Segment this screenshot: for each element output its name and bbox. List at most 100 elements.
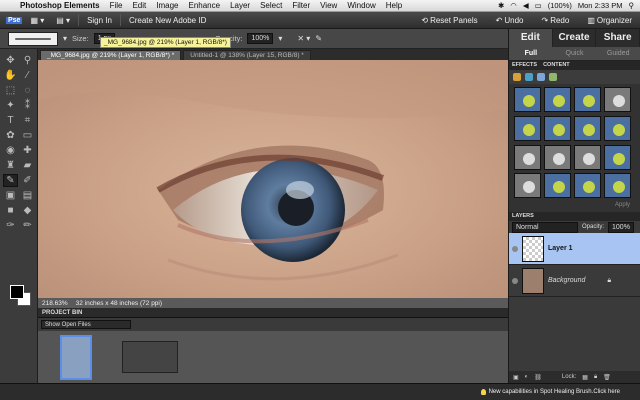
layer-styles-icon[interactable] bbox=[525, 73, 533, 81]
apply-button[interactable]: Apply bbox=[509, 202, 640, 212]
eraser-tool-icon[interactable]: ▰ bbox=[20, 159, 35, 172]
tab-quick[interactable]: Quick bbox=[553, 47, 597, 60]
effect-thumbnail[interactable] bbox=[574, 144, 601, 170]
menu-view[interactable]: View bbox=[320, 1, 337, 10]
effect-thumbnail[interactable] bbox=[544, 173, 571, 199]
effect-thumbnail[interactable] bbox=[604, 115, 631, 141]
menu-select[interactable]: Select bbox=[260, 1, 282, 10]
arrange-button[interactable]: ▦ ▾ bbox=[26, 12, 48, 28]
tab-effects[interactable]: EFFECTS bbox=[512, 61, 537, 70]
app-menu[interactable]: Photoshop Elements bbox=[20, 1, 100, 10]
spotlight-icon[interactable]: ⚲ bbox=[629, 1, 635, 10]
volume-icon[interactable]: ◀ bbox=[523, 1, 529, 10]
menu-window[interactable]: Window bbox=[347, 1, 375, 10]
clone-stamp-tool-icon[interactable]: ♜ bbox=[3, 159, 18, 172]
lock-transparent-icon[interactable]: ▦ bbox=[582, 374, 588, 381]
tab-mg-9684[interactable]: _MG_9684.jpg @ 219% (Layer 1, RGB/8*) * bbox=[40, 50, 182, 60]
hand-tool-icon[interactable]: ✋ bbox=[3, 69, 18, 82]
layers-title[interactable]: LAYERS bbox=[512, 212, 534, 221]
menu-help[interactable]: Help bbox=[386, 1, 402, 10]
brush-preset-picker[interactable] bbox=[8, 31, 58, 46]
delete-layer-icon[interactable]: 🗑︎ bbox=[603, 374, 611, 381]
zoom-level[interactable]: 218.63% bbox=[42, 300, 68, 307]
create-adobe-id-link[interactable]: Create New Adobe ID bbox=[125, 12, 210, 28]
menu-enhance[interactable]: Enhance bbox=[188, 1, 220, 10]
effect-thumbnail[interactable] bbox=[604, 144, 631, 170]
photo-effects-icon[interactable] bbox=[537, 73, 545, 81]
eyedropper-tool-icon[interactable]: ⁄ bbox=[20, 69, 35, 82]
blend-mode-select[interactable]: Normal bbox=[512, 221, 578, 233]
tab-untitled-1[interactable]: Untitled-1 @ 138% (Layer 15, RGB/8) * bbox=[183, 50, 311, 60]
menu-image[interactable]: Image bbox=[156, 1, 178, 10]
menu-edit[interactable]: Edit bbox=[132, 1, 146, 10]
healing-brush-tool-icon[interactable]: ✚ bbox=[20, 144, 35, 157]
sponge-tool-icon[interactable]: ✑ bbox=[3, 219, 18, 232]
quick-selection-tool-icon[interactable]: ⁑ bbox=[20, 99, 35, 112]
brush-dropdown-arrow-icon[interactable]: ▾ bbox=[63, 34, 67, 43]
project-bin-header[interactable]: PROJECT BIN bbox=[38, 308, 508, 318]
tab-share[interactable]: Share bbox=[596, 29, 640, 47]
apple-icon[interactable] bbox=[4, 1, 12, 10]
reset-panels-button[interactable]: ⟲ Reset Panels bbox=[417, 12, 481, 29]
type-tool-icon[interactable]: T bbox=[3, 114, 18, 127]
effect-thumbnail[interactable] bbox=[574, 173, 601, 199]
airbrush-icon[interactable]: ✎ bbox=[315, 34, 322, 43]
image-canvas[interactable] bbox=[38, 60, 508, 298]
foreground-color-swatch[interactable] bbox=[10, 285, 24, 299]
marquee-tool-icon[interactable]: ⬚ bbox=[3, 84, 18, 97]
effect-thumbnail[interactable] bbox=[544, 144, 571, 170]
red-eye-tool-icon[interactable]: ◉ bbox=[3, 144, 18, 157]
effect-thumbnail[interactable] bbox=[544, 115, 571, 141]
effect-thumbnail[interactable] bbox=[544, 87, 571, 112]
undo-button[interactable]: ↶ Undo bbox=[492, 12, 528, 29]
news-link[interactable]: New capabilities in Spot Healing Brush.C… bbox=[480, 389, 620, 395]
crop-tool-icon[interactable]: ⌗ bbox=[20, 114, 35, 127]
effect-thumbnail[interactable] bbox=[604, 173, 631, 199]
lock-all-icon[interactable]: 🔒︎ bbox=[594, 374, 597, 381]
visibility-eye-icon[interactable] bbox=[512, 277, 518, 284]
shape-tool-icon[interactable]: ■ bbox=[3, 204, 18, 217]
menu-layer[interactable]: Layer bbox=[230, 1, 250, 10]
organizer-button[interactable]: ▥ Organizer bbox=[583, 12, 636, 29]
wifi-icon[interactable]: ◠ bbox=[510, 1, 517, 10]
magic-wand-tool-icon[interactable]: ✦ bbox=[3, 99, 18, 112]
all-effects-icon[interactable] bbox=[549, 73, 557, 81]
project-thumbnail-2[interactable] bbox=[122, 341, 178, 373]
brush-tool-icon[interactable]: ✎ bbox=[3, 174, 18, 187]
menu-file[interactable]: File bbox=[110, 1, 123, 10]
smart-brush-tool-icon[interactable]: ✐ bbox=[20, 174, 35, 187]
sign-in-link[interactable]: Sign In bbox=[83, 12, 116, 28]
lasso-tool-icon[interactable]: ◌ bbox=[20, 84, 35, 97]
gradient-tool-icon[interactable]: ▤ bbox=[20, 189, 35, 202]
tab-full[interactable]: Full bbox=[509, 47, 553, 60]
project-bin-filter-select[interactable]: Show Open Files bbox=[41, 320, 131, 329]
blur-tool-icon[interactable]: ◆ bbox=[20, 204, 35, 217]
tab-create[interactable]: Create bbox=[553, 29, 597, 47]
effect-thumbnail[interactable] bbox=[514, 173, 541, 199]
adjustment-layer-icon[interactable]: ◐ bbox=[525, 374, 529, 380]
zoom-tool-icon[interactable]: ⚲ bbox=[20, 54, 35, 67]
project-thumbnail-1[interactable] bbox=[60, 335, 92, 380]
new-layer-icon[interactable]: ▣ bbox=[513, 374, 519, 381]
tab-guided[interactable]: Guided bbox=[596, 47, 640, 60]
filters-icon[interactable] bbox=[513, 73, 521, 81]
battery-icon[interactable]: ▭ bbox=[535, 1, 542, 10]
redo-button[interactable]: ↷ Redo bbox=[537, 12, 573, 29]
layer-row-layer-1[interactable]: Layer 1 bbox=[509, 233, 640, 265]
link-layers-icon[interactable]: ⛓ bbox=[534, 374, 542, 381]
paint-bucket-tool-icon[interactable]: ▣ bbox=[3, 189, 18, 202]
layer-row-background[interactable]: Background 🔒︎ bbox=[509, 265, 640, 297]
cookie-cutter-tool-icon[interactable]: ✿ bbox=[3, 129, 18, 142]
effect-thumbnail[interactable] bbox=[514, 144, 541, 170]
straighten-tool-icon[interactable]: ▭ bbox=[20, 129, 35, 142]
tab-content[interactable]: CONTENT bbox=[543, 61, 570, 70]
toggle-menu-button[interactable]: ▤ ▾ bbox=[52, 12, 74, 28]
bluetooth-icon[interactable]: ✱ bbox=[498, 1, 504, 10]
tab-edit[interactable]: Edit bbox=[509, 29, 553, 47]
clock[interactable]: Mon 2:33 PM bbox=[578, 1, 623, 10]
opacity-arrow-icon[interactable]: ▾ bbox=[278, 34, 282, 43]
pencil-tool-icon[interactable]: ✏ bbox=[20, 219, 35, 232]
effect-thumbnail[interactable] bbox=[574, 115, 601, 141]
layer-opacity-field[interactable]: 100% bbox=[608, 221, 634, 233]
opacity-field[interactable]: 100% bbox=[247, 33, 274, 44]
